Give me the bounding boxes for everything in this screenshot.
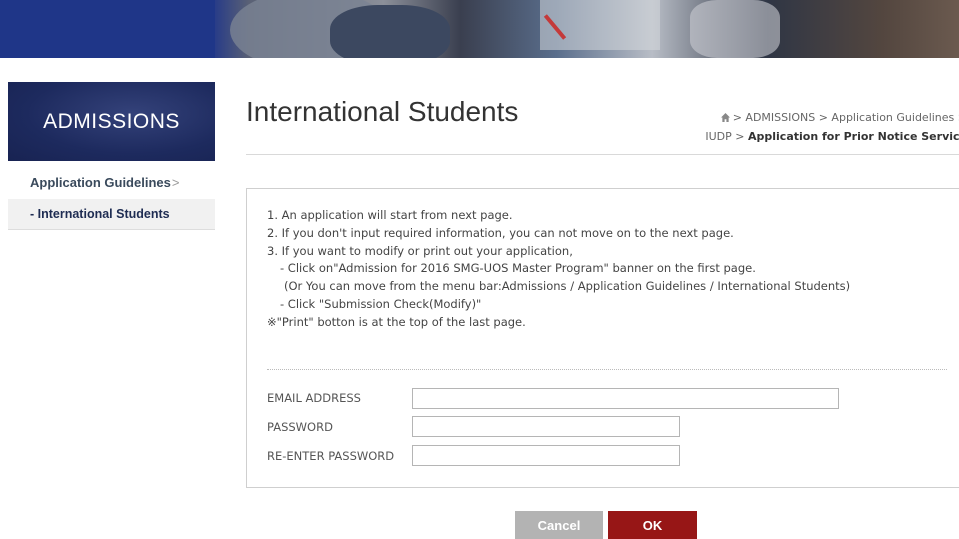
password-label: PASSWORD (267, 420, 333, 434)
instruction-line: 2. If you don't input required informati… (267, 225, 734, 240)
top-banner-image (0, 0, 959, 58)
application-form-box: 1. An application will start from next p… (246, 188, 959, 488)
instruction-line: - Click "Submission Check(Modify)" (280, 296, 482, 311)
instruction-line: 3. If you want to modify or print out yo… (267, 243, 573, 258)
sidebar-item-label: Application Guidelines (30, 175, 171, 190)
sidebar-item-label: - International Students (30, 207, 170, 221)
sidebar-item-application-guidelines[interactable]: Application Guidelines> (8, 170, 215, 196)
sidebar-heading-label: ADMISSIONS (43, 109, 180, 133)
instruction-line: (Or You can move from the menu bar:Admis… (284, 279, 851, 294)
title-divider (246, 154, 959, 155)
reenter-password-label: RE-ENTER PASSWORD (267, 449, 395, 463)
chevron-right-icon: > (171, 175, 180, 190)
instructions: 1. An application will start from next p… (267, 207, 850, 332)
breadcrumb-line1[interactable]: > ADMISSIONS > Application Guidelines > (733, 111, 959, 124)
ok-button[interactable]: OK (608, 511, 697, 539)
dotted-divider (267, 369, 947, 370)
breadcrumb-current: Application for Prior Notice Service (748, 130, 959, 143)
sidebar-item-international-students[interactable]: - International Students (8, 199, 215, 230)
home-icon[interactable] (720, 113, 730, 122)
reenter-password-field[interactable] (412, 445, 680, 466)
cancel-button[interactable]: Cancel (515, 511, 603, 539)
instruction-line: - Click on"Admission for 2016 SMG-UOS Ma… (280, 261, 756, 276)
password-field[interactable] (412, 416, 680, 437)
email-label: EMAIL ADDRESS (267, 391, 361, 405)
breadcrumb: > ADMISSIONS > Application Guidelines > … (667, 108, 959, 146)
instruction-line: ※"Print" botton is at the top of the las… (267, 314, 526, 329)
page-title: International Students (246, 96, 519, 127)
email-field[interactable] (412, 388, 839, 409)
sidebar-heading: ADMISSIONS (8, 82, 215, 161)
breadcrumb-iudp[interactable]: IUDP > (705, 130, 744, 143)
instruction-line: 1. An application will start from next p… (267, 208, 513, 222)
